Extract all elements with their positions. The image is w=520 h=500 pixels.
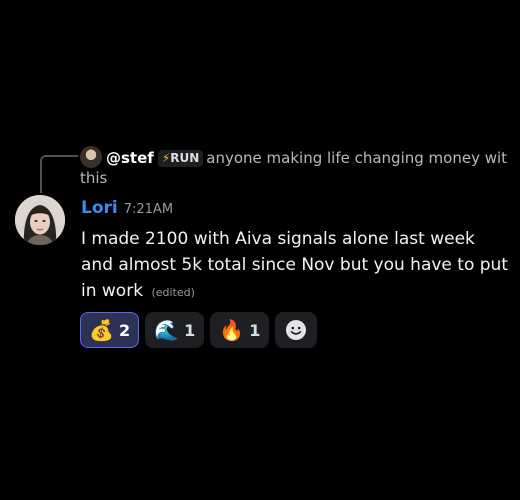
server-tag-label: RUN	[170, 151, 200, 165]
reaction-count: 1	[184, 320, 196, 340]
reaction-wave[interactable]: 🌊 1	[145, 312, 205, 348]
reaction-money-bag[interactable]: 💰 2	[80, 312, 140, 348]
message-timestamp[interactable]: 7:21AM	[124, 202, 173, 217]
wave-icon: 🌊	[154, 318, 180, 342]
message-text: I made 2100 with Aiva signals alone last…	[81, 229, 508, 301]
reaction-count: 1	[249, 320, 261, 340]
reaction-fire[interactable]: 🔥 1	[210, 312, 270, 348]
fire-icon: 🔥	[219, 318, 245, 342]
avatar[interactable]	[15, 195, 65, 245]
reply-connector-line	[40, 155, 78, 193]
reactions-bar: 💰 2 🌊 1 🔥 1	[80, 312, 318, 348]
reply-reference[interactable]: @stef ⚡RUN anyone making life changing mon…	[80, 146, 510, 188]
reply-text-line1: anyone making life changing money wit	[206, 149, 508, 167]
message-body: I made 2100 with Aiva signals alone last…	[81, 226, 511, 306]
money-bag-icon: 💰	[89, 318, 114, 342]
message-header: Lori 7:21AM	[81, 198, 173, 224]
bolt-icon: ⚡	[161, 151, 171, 165]
message-username[interactable]: Lori	[81, 198, 118, 218]
smiley-add-reaction-icon	[286, 320, 307, 340]
reply-text-line2: this	[80, 169, 108, 187]
edited-label: (edited)	[151, 286, 195, 299]
server-tag[interactable]: ⚡RUN	[157, 150, 204, 167]
reply-username[interactable]: @stef	[106, 149, 154, 167]
reaction-count: 2	[119, 320, 131, 340]
reply-avatar[interactable]	[80, 146, 102, 168]
add-reaction-button[interactable]	[275, 312, 318, 348]
